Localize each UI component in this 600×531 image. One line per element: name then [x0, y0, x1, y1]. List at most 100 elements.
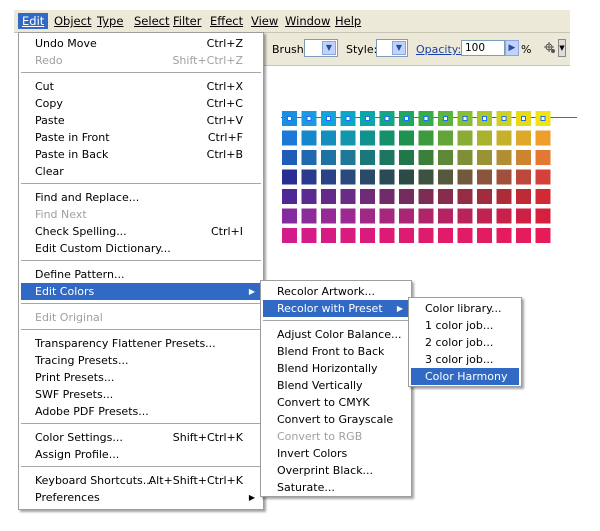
color-swatch[interactable] — [477, 228, 492, 243]
menubar-item-type[interactable]: Type — [93, 13, 127, 29]
selection-handle[interactable] — [345, 116, 351, 121]
chevron-right-icon[interactable]: ▶ — [505, 40, 519, 56]
color-swatch[interactable] — [477, 208, 492, 224]
color-swatch[interactable] — [301, 169, 317, 185]
color-swatch[interactable] — [516, 169, 531, 185]
menu-item-print-presets[interactable]: Print Presets... — [21, 369, 261, 386]
selection-handle[interactable] — [482, 116, 487, 121]
color-swatch[interactable] — [457, 150, 473, 165]
menubar-item-view[interactable]: View — [247, 13, 282, 29]
opacity-label[interactable]: Opacity: — [416, 43, 461, 56]
color-swatch[interactable] — [516, 208, 531, 224]
selection-handle[interactable] — [423, 116, 429, 121]
menu-item-keyboard-shortcuts[interactable]: Keyboard Shortcuts... Alt+Shift+Ctrl+K — [21, 472, 261, 489]
color-swatch[interactable] — [516, 130, 531, 146]
panel-menu-icon[interactable]: ▼ — [558, 39, 566, 57]
selection-handle[interactable] — [384, 116, 390, 121]
chevron-down-icon[interactable]: ▼ — [392, 41, 406, 55]
color-swatch[interactable] — [301, 208, 317, 224]
selection-handle[interactable] — [287, 116, 292, 121]
selection-handle[interactable] — [521, 116, 526, 121]
color-swatch[interactable] — [340, 169, 356, 185]
color-swatch[interactable] — [496, 169, 512, 185]
selection-handle[interactable] — [501, 116, 507, 121]
color-swatch[interactable] — [379, 169, 395, 185]
color-swatch[interactable] — [457, 169, 473, 185]
menu-item-saturate[interactable]: Saturate... — [263, 479, 409, 496]
selection-handle[interactable] — [462, 116, 468, 121]
menu-item-blend-vertically[interactable]: Blend Vertically — [263, 377, 409, 394]
menu-item-blend-horizontally[interactable]: Blend Horizontally — [263, 360, 409, 377]
menu-item-1-color-job[interactable]: 1 color job... — [411, 317, 519, 334]
color-swatch[interactable] — [438, 189, 453, 204]
color-swatch[interactable] — [399, 150, 414, 165]
menu-item-assign-profile[interactable]: Assign Profile... — [21, 446, 261, 463]
menu-item-paste-in-front[interactable]: Paste in Front Ctrl+F — [21, 129, 261, 146]
swatch-grid[interactable] — [280, 110, 580, 250]
color-swatch[interactable] — [379, 208, 395, 224]
selection-handle[interactable] — [540, 116, 546, 121]
menu-item-tracing-presets[interactable]: Tracing Presets... — [21, 352, 261, 369]
menubar-item-filter[interactable]: Filter — [169, 13, 205, 29]
color-swatch[interactable] — [438, 130, 453, 146]
color-swatch[interactable] — [321, 169, 336, 185]
selection-handle[interactable] — [404, 116, 409, 121]
color-swatch[interactable] — [282, 169, 297, 185]
menu-item-adjust-color-balance[interactable]: Adjust Color Balance... — [263, 326, 409, 343]
menu-item-overprint-black[interactable]: Overprint Black... — [263, 462, 409, 479]
menu-item-convert-to-grayscale[interactable]: Convert to Grayscale — [263, 411, 409, 428]
color-swatch[interactable] — [418, 189, 434, 204]
menu-item-convert-to-cmyk[interactable]: Convert to CMYK — [263, 394, 409, 411]
menu-item-adobe-pdf-presets[interactable]: Adobe PDF Presets... — [21, 403, 261, 420]
color-swatch[interactable] — [282, 130, 297, 146]
menu-item-preferences[interactable]: Preferences ▶ — [21, 489, 261, 506]
menu-item-paste-in-back[interactable]: Paste in Back Ctrl+B — [21, 146, 261, 163]
opacity-input[interactable]: 100 — [461, 40, 505, 56]
color-swatch[interactable] — [360, 130, 375, 146]
menubar-item-effect[interactable]: Effect — [206, 13, 247, 29]
menu-item-cut[interactable]: Cut Ctrl+X — [21, 78, 261, 95]
color-swatch[interactable] — [438, 169, 453, 185]
color-swatch[interactable] — [340, 208, 356, 224]
color-swatch[interactable] — [477, 189, 492, 204]
color-swatch[interactable] — [535, 228, 551, 243]
color-swatch[interactable] — [477, 130, 492, 146]
color-swatch[interactable] — [438, 208, 453, 224]
color-swatch[interactable] — [535, 169, 551, 185]
color-swatch[interactable] — [496, 189, 512, 204]
color-swatch[interactable] — [418, 150, 434, 165]
color-swatch[interactable] — [360, 208, 375, 224]
color-swatch[interactable] — [360, 228, 375, 243]
color-swatch[interactable] — [399, 228, 414, 243]
color-swatch[interactable] — [301, 228, 317, 243]
selection-handle[interactable] — [326, 116, 331, 121]
color-swatch[interactable] — [321, 208, 336, 224]
color-swatch[interactable] — [399, 130, 414, 146]
color-swatch[interactable] — [516, 228, 531, 243]
color-swatch[interactable] — [496, 208, 512, 224]
color-swatch[interactable] — [535, 208, 551, 224]
menu-item-2-color-job[interactable]: 2 color job... — [411, 334, 519, 351]
color-swatch[interactable] — [496, 228, 512, 243]
color-swatch[interactable] — [438, 150, 453, 165]
menu-item-edit-colors[interactable]: Edit Colors ▶ — [21, 283, 261, 300]
color-swatch[interactable] — [301, 189, 317, 204]
menu-item-check-spelling[interactable]: Check Spelling... Ctrl+I — [21, 223, 261, 240]
color-swatch[interactable] — [301, 130, 317, 146]
color-swatch[interactable] — [379, 189, 395, 204]
menu-item-copy[interactable]: Copy Ctrl+C — [21, 95, 261, 112]
menu-item-blend-front-to-back[interactable]: Blend Front to Back — [263, 343, 409, 360]
menu-item-color-settings[interactable]: Color Settings... Shift+Ctrl+K — [21, 429, 261, 446]
color-swatch[interactable] — [418, 208, 434, 224]
color-swatch[interactable] — [438, 228, 453, 243]
color-swatch[interactable] — [418, 169, 434, 185]
color-swatch[interactable] — [418, 228, 434, 243]
selection-handle[interactable] — [443, 116, 448, 121]
color-swatch[interactable] — [496, 130, 512, 146]
menu-item-color-harmony[interactable]: Color Harmony — [411, 368, 519, 385]
menu-item-swf-presets[interactable]: SWF Presets... — [21, 386, 261, 403]
menubar-item-help[interactable]: Help — [331, 13, 365, 29]
menu-item-edit-custom-dictionary[interactable]: Edit Custom Dictionary... — [21, 240, 261, 257]
selection-handle[interactable] — [306, 116, 312, 121]
menu-item-color-library[interactable]: Color library... — [411, 300, 519, 317]
